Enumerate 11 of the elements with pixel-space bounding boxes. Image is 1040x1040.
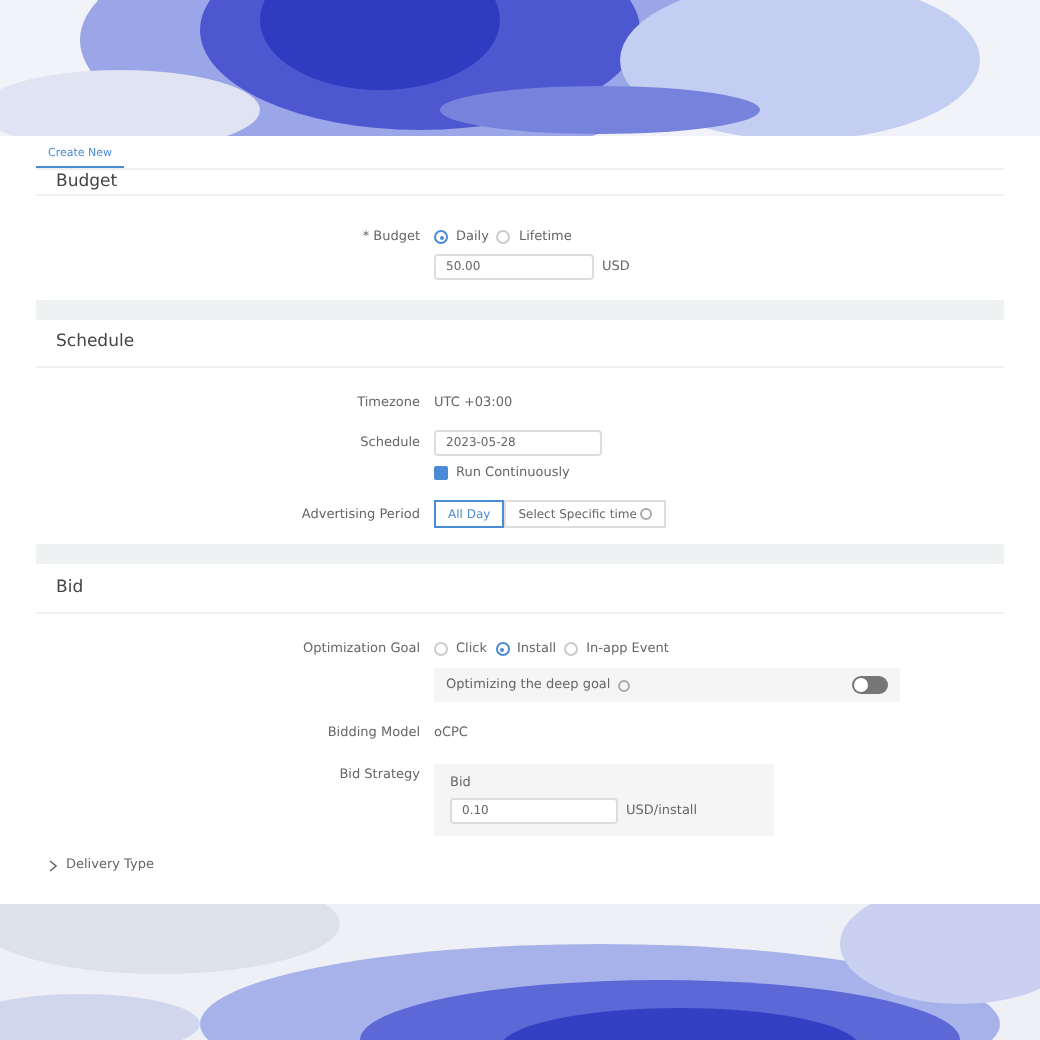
radio-button[interactable] xyxy=(434,230,448,244)
info-icon xyxy=(618,679,631,691)
section-title: Budget xyxy=(54,170,120,196)
radio-button[interactable] xyxy=(496,230,511,244)
radio-button[interactable] xyxy=(495,642,509,656)
radio-button[interactable] xyxy=(564,642,579,656)
checkbox[interactable] xyxy=(434,466,448,480)
radio-button[interactable] xyxy=(434,642,448,656)
section-title: Schedule xyxy=(54,330,137,356)
toggle-switch[interactable] xyxy=(852,676,888,694)
section-title: Bid xyxy=(54,575,86,601)
